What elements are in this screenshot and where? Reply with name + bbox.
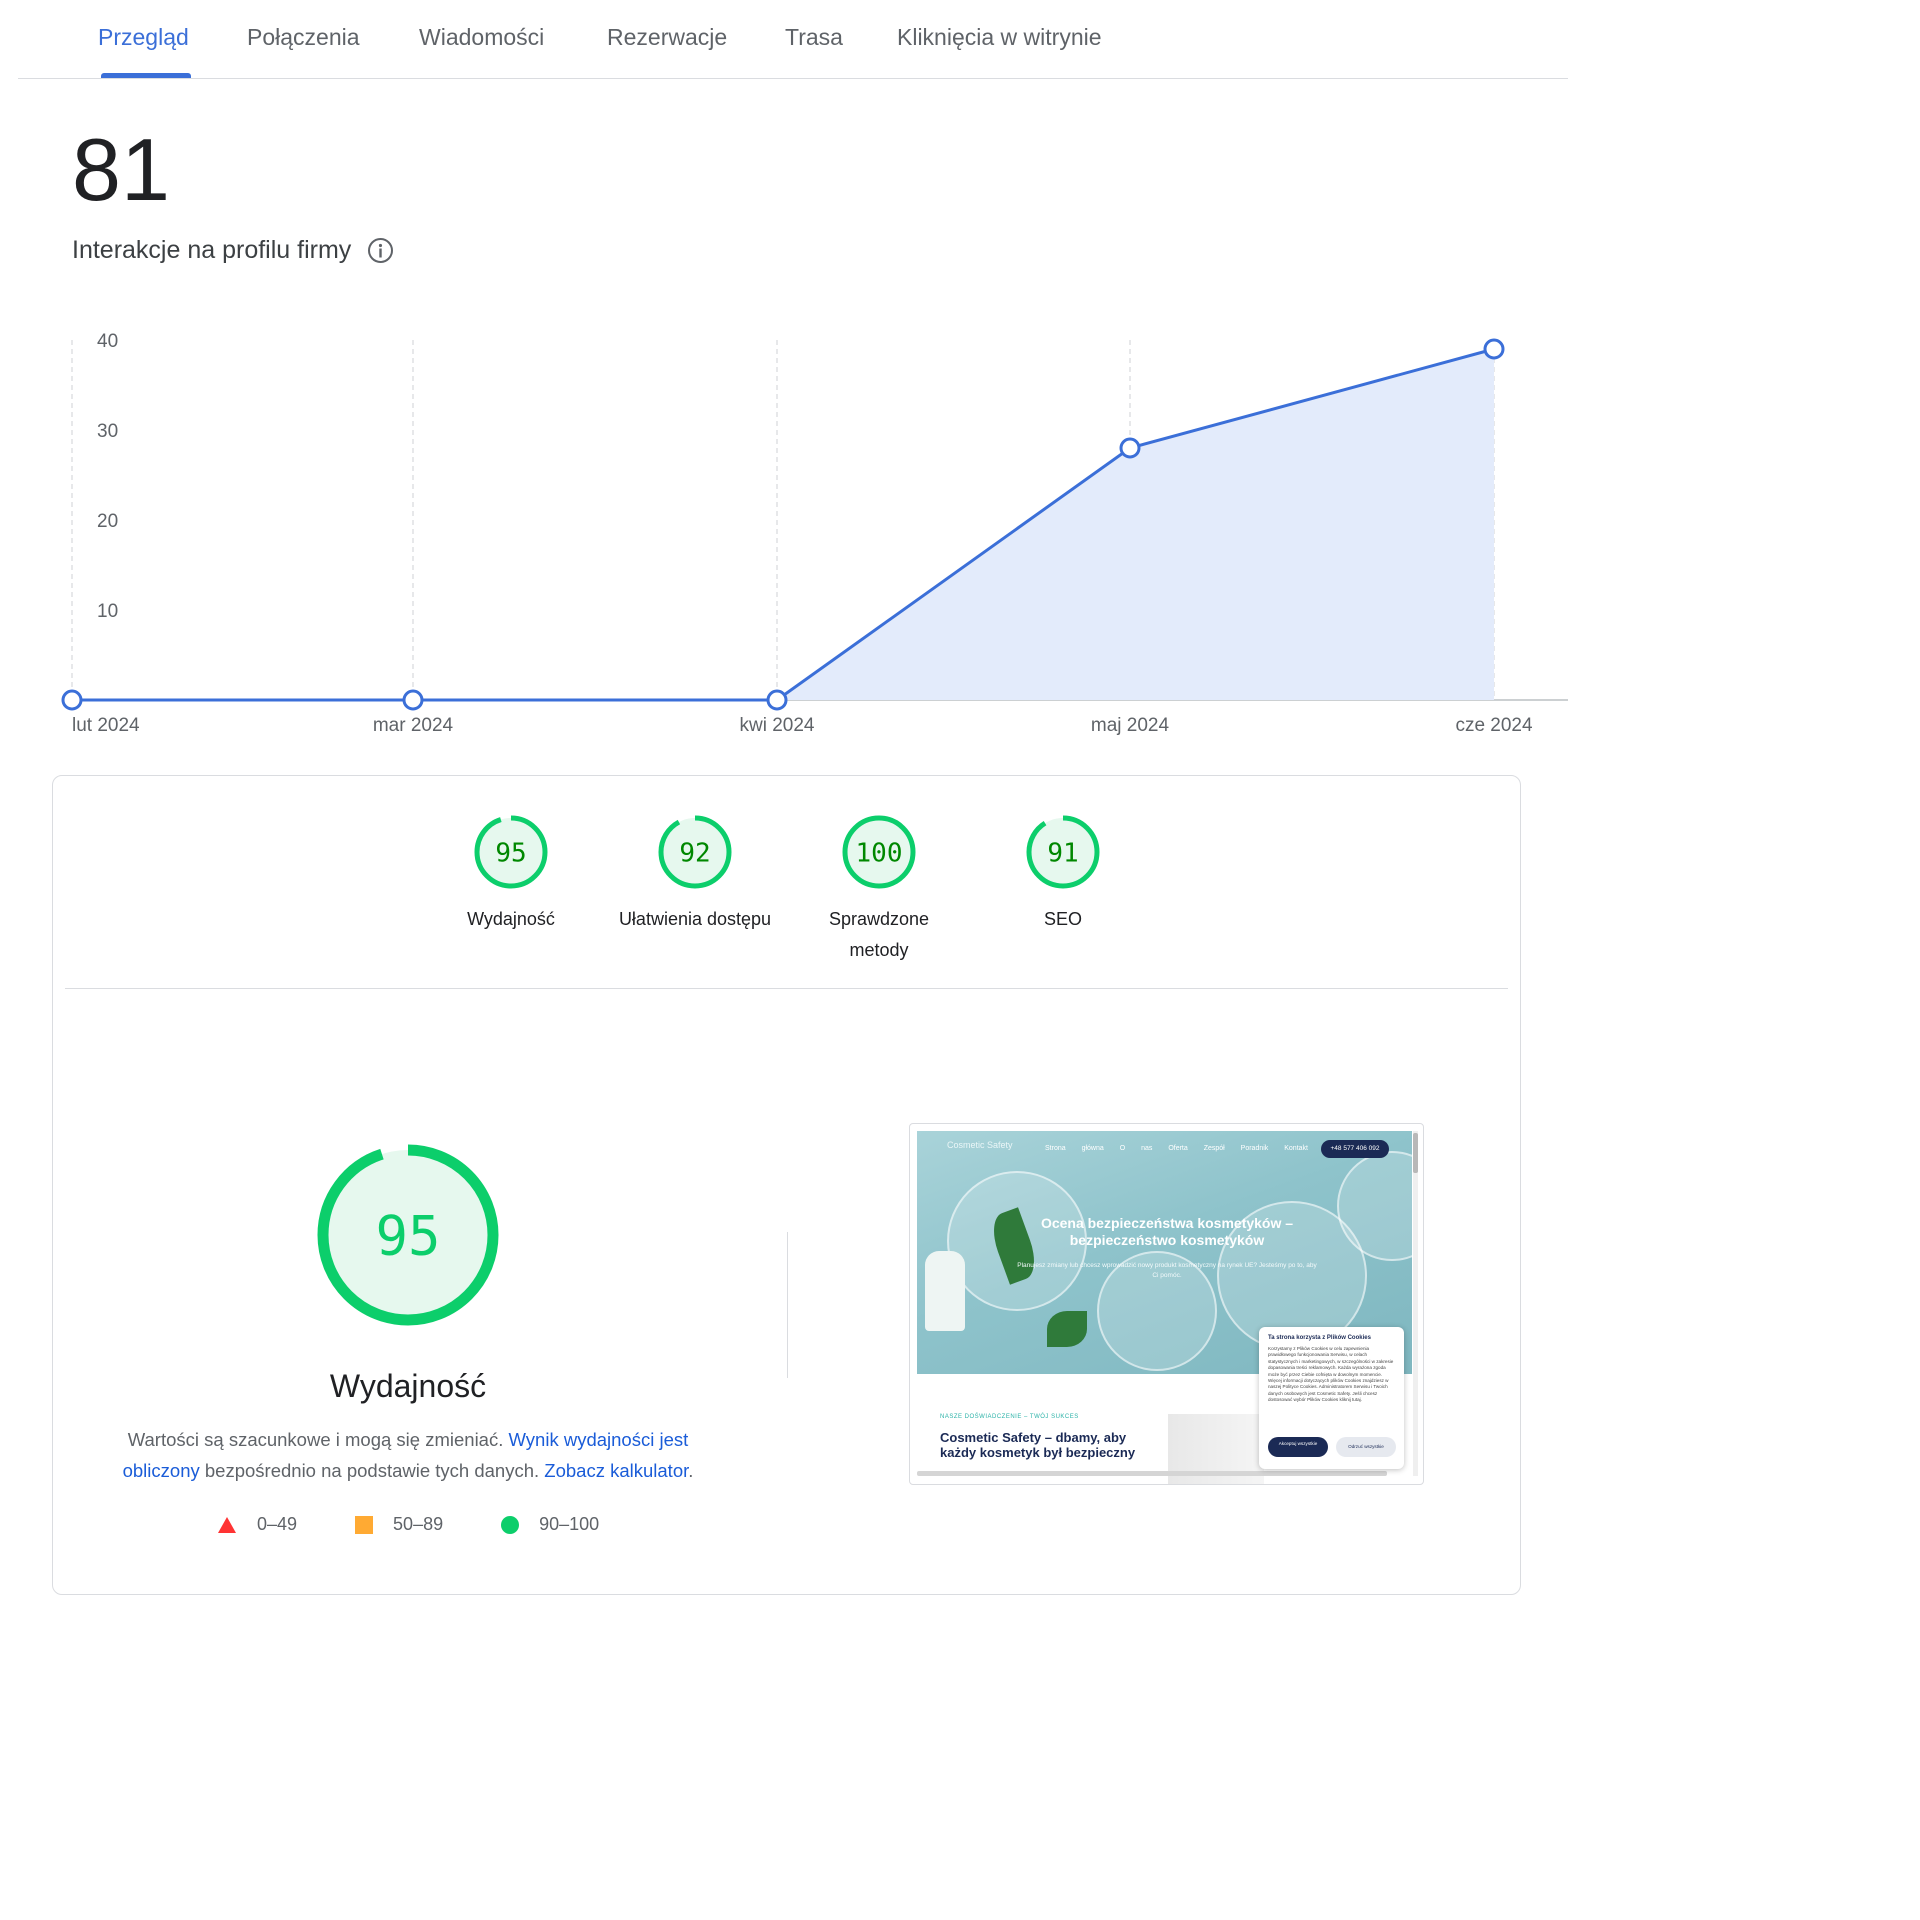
gauge-best-practices[interactable]: 100 Sprawdzone metody [787,814,971,966]
circle-icon [501,1515,520,1534]
kpi-value: 81 [72,120,170,219]
legend-average: 50–89 [355,1514,443,1535]
active-tab-indicator [101,73,191,78]
tab-rezerwacje[interactable]: Rezerwacje [607,24,727,51]
gauge-label: Wydajność [467,909,555,929]
preview-phone: +48 577 406 092 [1321,1140,1389,1158]
gauge-performance[interactable]: 95 Wydajność [419,814,603,935]
data-point [402,689,424,711]
x-tick-label: cze 2024 [1455,715,1533,736]
y-tick-label: 10 [97,601,118,622]
gauge-value: 92 [679,838,710,868]
preview-logo: Cosmetic Safety [947,1140,1013,1150]
preview-hero-subtitle: Planujesz zmiany lub chcesz wprowadzić n… [1017,1262,1317,1279]
preview-scrollbar [1413,1131,1418,1476]
plant-image [1047,1311,1087,1347]
gauge-value: 95 [375,1204,440,1267]
cookie-reject-button[interactable]: Odrzuć wszystkie [1336,1437,1396,1457]
tab-bar: Przegląd Połączenia Wiadomości Rezerwacj… [18,0,1568,79]
legend-range: 50–89 [393,1514,444,1534]
desc-text: bezpośrednio na podstawie tych danych. [199,1460,545,1481]
preview-scrollbar-thumb [1413,1133,1418,1173]
info-icon[interactable] [367,237,394,264]
legend-range: 90–100 [539,1514,600,1534]
gauge-label: SEO [1043,909,1082,929]
divider [65,988,1508,989]
preview-kicker: NASZE DOŚWIADCZENIE – TWÓJ SUKCES [940,1414,1079,1420]
data-point [1483,338,1505,360]
cookie-title: Ta strona korzysta z Plików Cookies [1268,1335,1371,1341]
tab-przeglad[interactable]: Przegląd [98,24,189,51]
performance-title: Wydajność [329,1368,487,1404]
x-tick-label: maj 2024 [1091,715,1170,736]
gauge-value: 91 [1047,838,1078,868]
preview-hero-title: Ocena bezpieczeństwa kosmetyków – bezpie… [1040,1215,1294,1248]
interactions-chart: 10 20 30 40 lut 2024 mar 2024 kwi 2024 maj 2024… [61,331,1568,736]
y-tick-label: 20 [97,511,118,532]
tab-wiadomosci[interactable]: Wiadomości [419,24,544,51]
desc-text: . [688,1460,694,1481]
data-point [766,689,788,711]
kpi-label: Interakcje na profilu firmy [72,236,352,264]
performance-gauge-large: 95 [317,1144,499,1326]
gauge-label: Sprawdzone metody [828,909,930,960]
tab-klikniecia[interactable]: Kliknięcia w witrynie [897,24,1102,51]
area-fill [72,349,1494,700]
desc-text: Wartości są szacunkowe i mogą się zmieni… [127,1429,509,1450]
gauge-accessibility[interactable]: 92 Ułatwienia dostępu [603,814,787,935]
y-tick-label: 30 [97,421,118,442]
legend-range: 0–49 [257,1514,298,1534]
cookie-accept-button[interactable]: Akceptuj wszystkie [1268,1437,1328,1457]
y-tick-label: 40 [97,331,118,352]
kpi-label-row: Interakcje na profilu firmy [72,236,394,265]
gauge-label: Ułatwienia dostępu [618,909,772,929]
tab-trasa[interactable]: Trasa [785,24,843,51]
vertical-divider [787,1232,788,1378]
gauge-value: 100 [856,838,903,868]
calculator-link[interactable]: Zobacz kalkulator [544,1460,688,1481]
square-icon [355,1515,374,1534]
preview-nav: Strona główna O nas Oferta Zespół Poradn… [1045,1145,1308,1152]
page-screenshot-preview[interactable]: Cosmetic Safety Strona główna O nas Ofer… [909,1123,1424,1485]
triangle-icon [218,1516,236,1533]
x-tick-label: lut 2024 [72,715,140,736]
data-point [61,689,83,711]
score-gauges: 95 Wydajność 92 Ułatwienia dostępu 100 S… [53,776,1520,988]
legend-fail: 0–49 [217,1514,297,1535]
performance-description: Wartości są szacunkowe i mogą się zmieni… [113,1424,703,1486]
legend-pass: 90–100 [501,1514,599,1535]
lighthouse-card: 95 Wydajność 92 Ułatwienia dostępu 100 S… [52,775,1521,1595]
preview-section-title: Cosmetic Safety – dbamy, aby każdy kosme… [940,1430,1136,1460]
score-legend: 0–49 50–89 90–100 [217,1514,657,1535]
cookie-buttons: Akceptuj wszystkie Odrzuć wszystkie [1268,1437,1396,1457]
preview-h-scrollbar [917,1471,1387,1476]
tab-polaczenia[interactable]: Połączenia [247,24,360,51]
cookie-text: Korzystamy z Plików Cookies w celu zapew… [1268,1346,1394,1403]
cookie-banner: Ta strona korzysta z Plików Cookies Korz… [1259,1327,1404,1469]
x-tick-label: kwi 2024 [740,715,815,736]
data-point [1119,437,1141,459]
gauge-seo[interactable]: 91 SEO [971,814,1155,935]
gauge-value: 95 [495,838,526,868]
x-tick-label: mar 2024 [373,715,454,736]
bottle-image [925,1251,965,1331]
